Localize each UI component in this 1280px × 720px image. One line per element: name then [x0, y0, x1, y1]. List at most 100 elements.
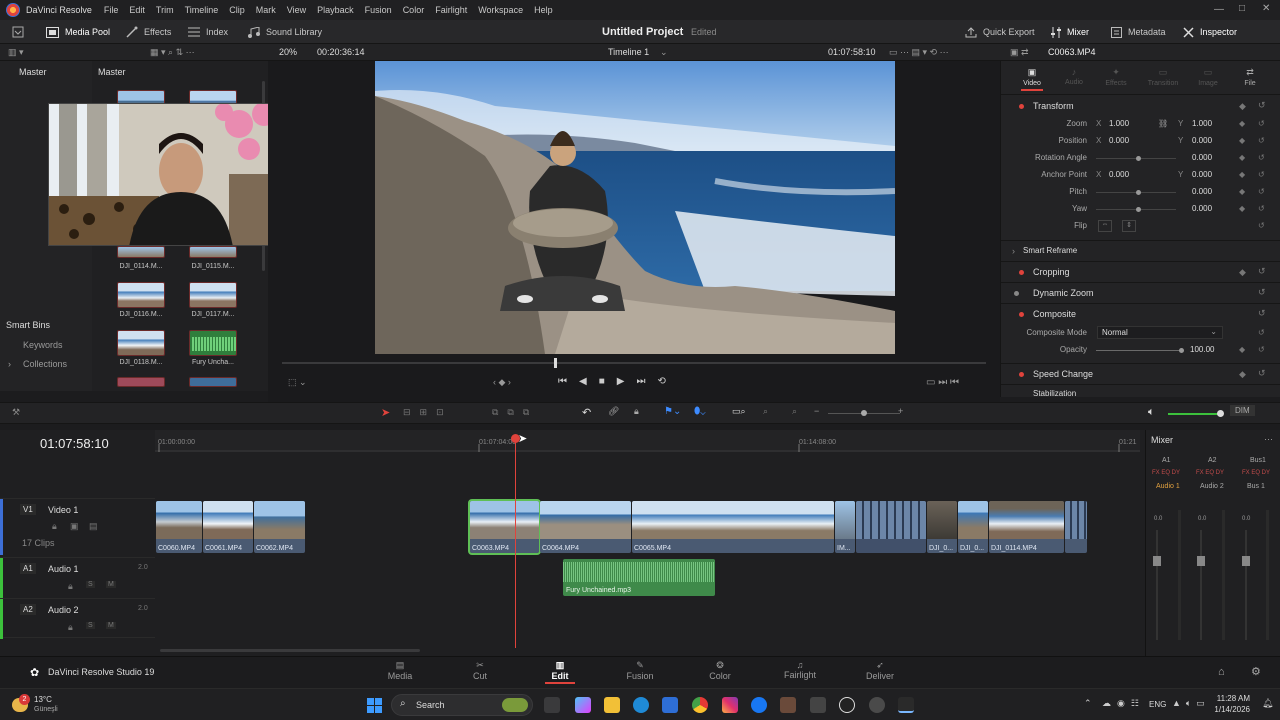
enable-dot-icon[interactable] [1019, 372, 1024, 377]
reset-icon[interactable]: ↺ [1258, 153, 1265, 162]
video-clip[interactable]: C0061.MP4 [203, 501, 253, 553]
loop-icon[interactable]: ⟲ [657, 376, 665, 387]
match-frame-icon[interactable]: ▭ ⏭ ⏮ [926, 377, 959, 388]
enable-dot-icon[interactable] [1019, 104, 1024, 109]
more-options-icon[interactable]: ⋯ [1264, 434, 1273, 445]
skip-forward-icon[interactable]: ⏭ [636, 376, 645, 387]
audio-thumbnail[interactable] [189, 330, 237, 356]
smart-reframe-section[interactable]: › Smart Reframe [1001, 240, 1280, 260]
timeline-options-icon[interactable]: ⚒ [12, 407, 20, 418]
language-indicator[interactable]: ENG [1149, 700, 1166, 709]
keyframe-icon[interactable]: ◆ [1239, 369, 1246, 380]
menu-edit[interactable]: Edit [129, 5, 145, 15]
workspace-toggle-icon[interactable] [12, 20, 24, 44]
menu-mark[interactable]: Mark [256, 5, 276, 15]
clip-thumbnail[interactable] [189, 377, 237, 387]
rotation-field[interactable]: 0.000 [1192, 153, 1212, 162]
enable-dot-icon[interactable] [1014, 291, 1019, 296]
media-player-icon[interactable] [839, 697, 855, 713]
mute-button[interactable]: M [106, 622, 116, 629]
keyframe-icon[interactable]: ◆ [1239, 204, 1245, 213]
smart-bin-keywords[interactable]: Keywords [23, 340, 63, 350]
notifications-bell-icon[interactable]: 🔔︎ [1262, 698, 1273, 709]
zoom-detail-icon[interactable]: ⌕ [763, 406, 768, 417]
solo-button[interactable]: S [86, 581, 95, 588]
restore-icon[interactable]: □ [1239, 3, 1245, 14]
viewer-scrubber[interactable] [282, 362, 986, 364]
file-explorer-icon[interactable] [604, 697, 620, 713]
smart-bin-collections[interactable]: Collections [23, 359, 67, 369]
yaw-field[interactable]: 0.000 [1192, 204, 1212, 213]
audio-clip[interactable]: Fury Unchained.mp3 [563, 559, 715, 596]
play-reverse-icon[interactable]: ◀ [579, 376, 587, 387]
master-bin[interactable]: Master [19, 67, 47, 77]
page-media[interactable]: ▤ Media [375, 660, 425, 681]
video-clip-group[interactable] [856, 501, 926, 553]
calculator-icon[interactable] [780, 697, 796, 713]
zoom-level[interactable]: 20% [279, 47, 297, 57]
network-volume-battery-icon[interactable]: ▲🔈︎▭ [1172, 698, 1210, 709]
chevron-right-icon[interactable]: › [1012, 246, 1015, 256]
transform-section[interactable]: Transform ◆ ↺ [1001, 96, 1280, 116]
taskbar-search[interactable]: ⌕ Search [391, 694, 533, 716]
menu-workspace[interactable]: Workspace [478, 5, 523, 15]
menu-file[interactable]: File [104, 5, 119, 15]
speaker-icon[interactable]: 🔈︎ [1148, 406, 1155, 419]
keyframe-icon[interactable]: ◆ [1239, 136, 1245, 145]
video-clip[interactable]: C0064.MP4 [540, 501, 631, 553]
fader-a2[interactable] [1197, 556, 1205, 566]
enable-dot-icon[interactable] [1019, 312, 1024, 317]
composite-mode-select[interactable]: Normal ⌄ [1097, 326, 1223, 339]
edit-tools-icon[interactable]: ⊟⊞⊡ [403, 407, 453, 418]
index-button[interactable]: Index [188, 20, 228, 44]
page-color[interactable]: ❂ Color [695, 660, 745, 681]
keyframe-icon[interactable]: ◆ [1239, 101, 1246, 112]
lock-track-icon[interactable]: 🔒︎ [68, 581, 73, 592]
app-icon[interactable] [869, 697, 885, 713]
track-output-icon[interactable]: ▤ [89, 521, 98, 532]
reset-icon[interactable]: ↺ [1258, 119, 1265, 128]
slider-handle[interactable] [1136, 156, 1141, 161]
zoom-x-field[interactable]: 1.000 [1109, 119, 1129, 128]
keyframe-icon[interactable]: ◆ [1239, 119, 1245, 128]
slider-handle[interactable] [1179, 348, 1184, 353]
lock-icon[interactable]: 🔒︎ [634, 406, 639, 417]
auto-select-icon[interactable]: ▣ [70, 521, 79, 532]
video-clip[interactable]: DJI_0114.MP4 [989, 501, 1064, 553]
reset-icon[interactable]: ↺ [1258, 287, 1266, 298]
reset-icon[interactable]: ↺ [1258, 345, 1265, 354]
zoom-y-field[interactable]: 1.000 [1192, 119, 1212, 128]
anchor-x-field[interactable]: 0.000 [1109, 170, 1129, 179]
panel-layout-icon[interactable]: ▥ ▾ [8, 47, 24, 58]
tray-chevron-icon[interactable]: ⌃ [1084, 698, 1092, 709]
inspector-button[interactable]: Inspector [1183, 20, 1237, 44]
zoom-custom-icon[interactable]: ⌕ [792, 406, 797, 417]
clip-thumbnail[interactable] [189, 246, 237, 258]
slider-handle[interactable] [1217, 410, 1224, 417]
tab-audio[interactable]: ♪ Audio [1063, 67, 1085, 86]
clip-thumbnail[interactable] [117, 377, 165, 387]
fader-a1[interactable] [1153, 556, 1161, 566]
clip-thumbnail[interactable] [189, 282, 237, 308]
menu-trim[interactable]: Trim [156, 5, 174, 15]
resolve-taskbar-icon[interactable] [898, 697, 914, 713]
menu-view[interactable]: View [287, 5, 306, 15]
close-icon[interactable]: ✕ [1262, 3, 1270, 14]
insert-tools-icon[interactable]: ⧉⧉⧉ [492, 407, 538, 418]
composite-section[interactable]: Composite ↺ [1001, 303, 1280, 323]
slider-handle[interactable] [1136, 207, 1141, 212]
metadata-button[interactable]: Metadata [1111, 20, 1166, 44]
fader-bus1[interactable] [1242, 556, 1250, 566]
viewer-options-icon[interactable]: ▭ ⋯ ▤ ▾ ⟲ ⋯ [889, 47, 949, 58]
cropping-section[interactable]: Cropping ◆ ↺ [1001, 261, 1280, 281]
keyframe-icon[interactable]: ◆ [1239, 187, 1245, 196]
track-tag-v1[interactable]: V1 [20, 504, 36, 515]
selection-tool-icon[interactable]: ➤ [381, 406, 390, 419]
chrome-icon[interactable] [692, 697, 708, 713]
menu-timeline[interactable]: Timeline [185, 5, 219, 15]
clock-time[interactable]: 11:28 AM [1214, 694, 1250, 703]
timeline-dropdown-icon[interactable]: ⌄ [660, 47, 668, 58]
timeline-ruler[interactable]: 01:00:00:00 01:07:04:00 01:14:08:00 01:2… [155, 430, 1140, 452]
page-cut[interactable]: ✂ Cut [455, 660, 505, 681]
minimize-icon[interactable]: — [1214, 4, 1224, 15]
